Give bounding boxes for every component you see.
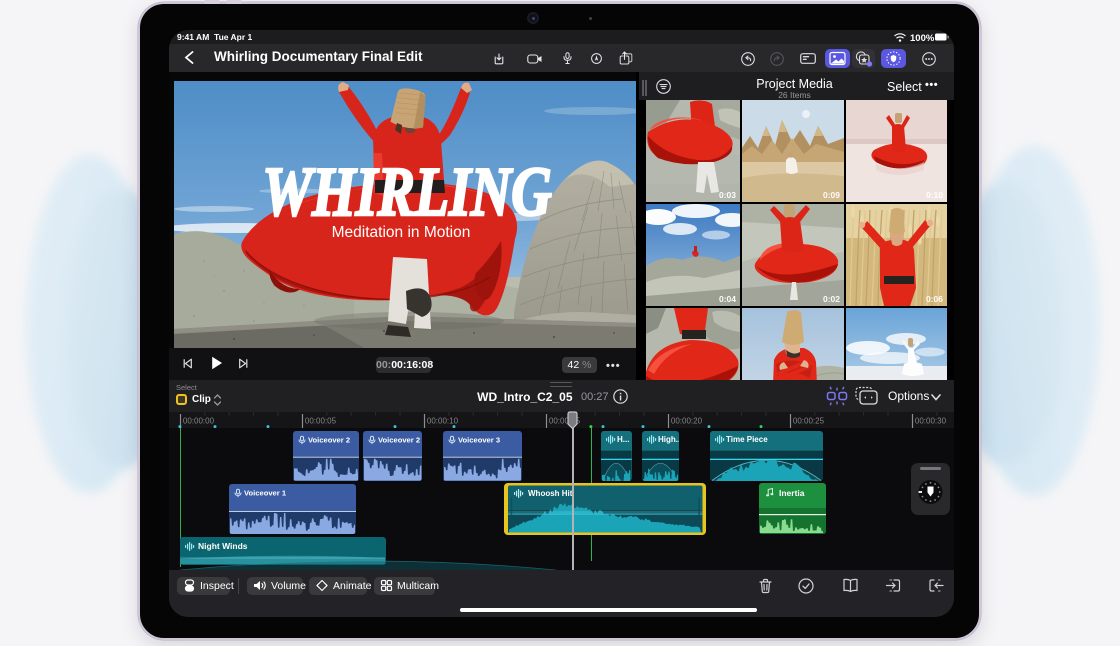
svg-text:100%: 100% — [910, 33, 935, 43]
svg-text:0:02: 0:02 — [823, 294, 840, 304]
svg-text:Inertia: Inertia — [779, 488, 805, 498]
svg-text:0:06: 0:06 — [926, 294, 943, 304]
svg-text:Night Winds: Night Winds — [198, 541, 248, 551]
svg-text:Voiceover 2: Voiceover 2 — [378, 436, 420, 445]
svg-text:Voiceover 3: Voiceover 3 — [458, 436, 500, 445]
svg-text:Time Piece: Time Piece — [726, 435, 768, 444]
svg-text:WHIRLING: WHIRLING — [262, 153, 552, 230]
svg-text:0:09: 0:09 — [823, 190, 840, 200]
svg-text:Whoosh Hit: Whoosh Hit — [528, 489, 573, 498]
svg-text:Voiceover 1: Voiceover 1 — [244, 488, 287, 497]
svg-text:H...: H... — [617, 435, 629, 444]
svg-text:0:04: 0:04 — [719, 294, 736, 304]
svg-text:Meditation in Motion: Meditation in Motion — [331, 224, 470, 241]
svg-text:0:03: 0:03 — [719, 190, 736, 200]
svg-text:Voiceover 2: Voiceover 2 — [308, 436, 350, 445]
svg-text:High...: High... — [658, 435, 679, 444]
svg-text:0:10: 0:10 — [926, 190, 943, 200]
